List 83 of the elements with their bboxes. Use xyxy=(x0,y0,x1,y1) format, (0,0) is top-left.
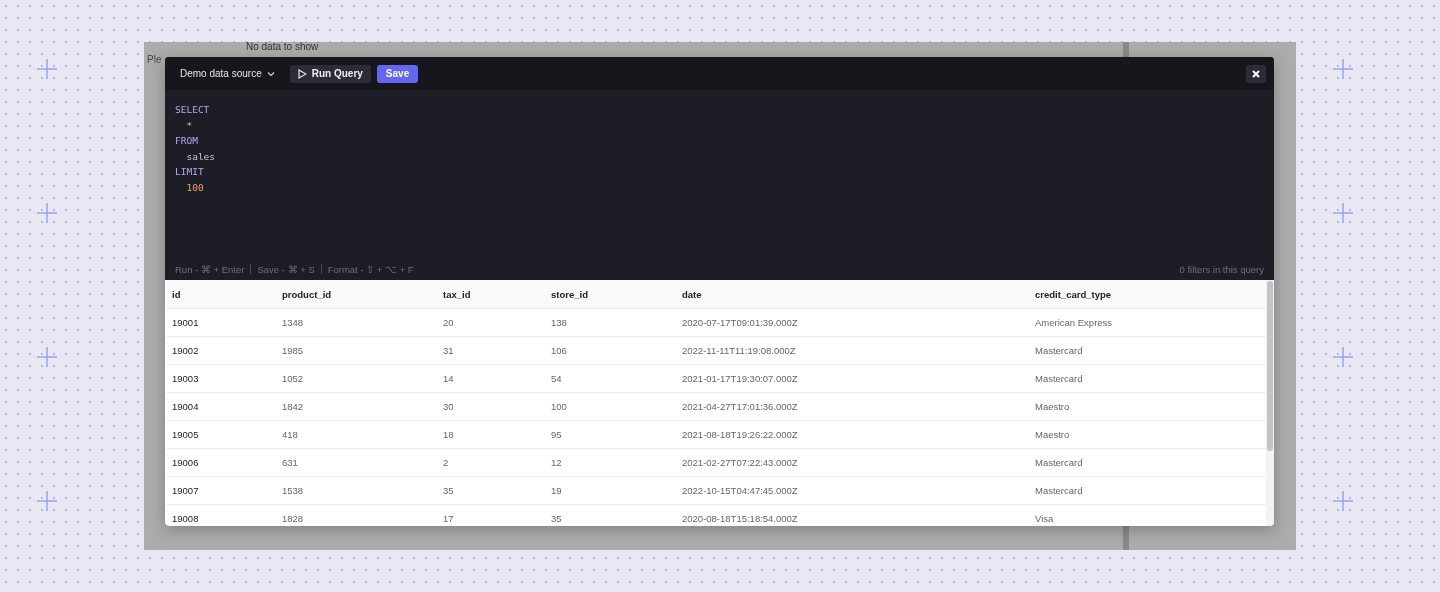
table-cell: 31 xyxy=(443,345,454,356)
table-cell: 1538 xyxy=(282,485,304,496)
table-cell: 418 xyxy=(282,429,298,440)
hint-text: Ple xyxy=(147,54,162,65)
plus-icon xyxy=(1333,491,1353,511)
plus-icon xyxy=(37,203,57,223)
chevron-icon xyxy=(266,70,275,77)
code-line: * xyxy=(185,119,193,133)
table-cell: American Express xyxy=(1035,317,1113,328)
table-cell: 631 xyxy=(282,457,298,468)
table-cell: 19007 xyxy=(172,485,199,496)
table-cell: Mastercard xyxy=(1035,373,1083,384)
run-query-button[interactable]: Run Query xyxy=(289,64,371,83)
empty-message: No data to show xyxy=(246,41,319,52)
column-header: store_id xyxy=(551,288,588,300)
table-cell: 17 xyxy=(443,513,454,524)
table-cell: 20 xyxy=(443,317,454,328)
play-icon xyxy=(297,68,307,79)
table-cell: 2022-11-11T11:19:08.000Z xyxy=(682,345,796,356)
table-cell: 19003 xyxy=(172,373,199,384)
plus-icon xyxy=(1333,59,1353,79)
table-cell: 2021-08-18T19:26:22.000Z xyxy=(682,429,798,440)
column-header: product_id xyxy=(282,288,332,300)
close-button[interactable] xyxy=(1246,64,1266,83)
table-cell: Mastercard xyxy=(1035,345,1083,356)
table-cell: 2021-01-17T19:30:07.000Z xyxy=(682,373,798,384)
table-cell: 138 xyxy=(551,317,567,328)
table-cell: 19001 xyxy=(172,317,199,328)
close-icon xyxy=(1252,69,1260,78)
table-cell: 2020-08-18T15:18:54.000Z xyxy=(682,513,798,524)
scrollbar[interactable] xyxy=(1266,280,1274,526)
table-cell: Mastercard xyxy=(1035,485,1083,496)
table-cell: 2020-07-17T09:01:39.000Z xyxy=(682,317,798,328)
table-cell: Visa xyxy=(1035,513,1054,524)
sql-editor[interactable]: SELECT * FROM sales LIMIT 100 xyxy=(165,90,1274,258)
table-cell: 19005 xyxy=(172,429,199,440)
table-cell: 1348 xyxy=(282,317,304,328)
table-cell: 30 xyxy=(443,401,454,412)
plus-icon xyxy=(37,491,57,511)
shortcut-hint: Run - ⌘ + Enter xyxy=(175,263,245,275)
column-header: credit_card_type xyxy=(1035,288,1112,300)
table-cell: 35 xyxy=(551,513,562,524)
table-cell: 19002 xyxy=(172,345,199,356)
column-header: date xyxy=(682,288,702,300)
table-cell: 1052 xyxy=(282,373,304,384)
shortcut-hint: Save - ⌘ + S xyxy=(257,263,315,275)
filters-info: 0 filters in this query xyxy=(1179,263,1264,275)
table-cell: 106 xyxy=(551,345,567,356)
table-cell: 1842 xyxy=(282,401,304,412)
plus-icon xyxy=(37,59,57,79)
table-cell: 1985 xyxy=(282,345,304,356)
code-line: 100 xyxy=(185,181,204,195)
code-line: SELECT xyxy=(175,104,210,117)
plus-icon xyxy=(37,347,57,367)
table-cell: 14 xyxy=(443,373,454,384)
table-cell: 12 xyxy=(551,457,562,468)
table-cell: 2 xyxy=(443,457,449,468)
table-cell: 54 xyxy=(551,373,562,384)
table-cell: Maestro xyxy=(1035,401,1070,412)
code-line: sales xyxy=(185,150,216,164)
table-cell: 100 xyxy=(551,401,567,412)
shortcut-hint: Format - ⇧ + ⌥ + F xyxy=(327,263,414,275)
table-cell: Mastercard xyxy=(1035,457,1083,468)
table-cell: 19006 xyxy=(172,457,199,468)
data-source-dropdown[interactable]: Demo data source xyxy=(175,64,280,83)
table-cell: 19008 xyxy=(172,513,199,524)
table-cell: 95 xyxy=(551,429,562,440)
table-cell: 1828 xyxy=(282,513,304,524)
code-line: LIMIT xyxy=(175,166,204,179)
table-cell: 35 xyxy=(443,485,454,496)
table-cell: 2021-02-27T07:22:43.000Z xyxy=(682,457,798,468)
table-cell: 18 xyxy=(443,429,454,440)
save-button[interactable]: Save xyxy=(376,64,419,83)
table-cell: 19 xyxy=(551,485,562,496)
table-cell: 19004 xyxy=(172,401,199,412)
code-line: FROM xyxy=(175,135,198,148)
plus-icon xyxy=(1333,347,1353,367)
plus-icon xyxy=(1333,203,1353,223)
table-cell: Maestro xyxy=(1035,429,1070,440)
column-header: tax_id xyxy=(443,288,471,300)
table-cell: 2022-10-15T04:47:45.000Z xyxy=(682,485,798,496)
column-header: id xyxy=(172,288,181,300)
table-cell: 2021-04-27T17:01:36.000Z xyxy=(682,401,798,412)
